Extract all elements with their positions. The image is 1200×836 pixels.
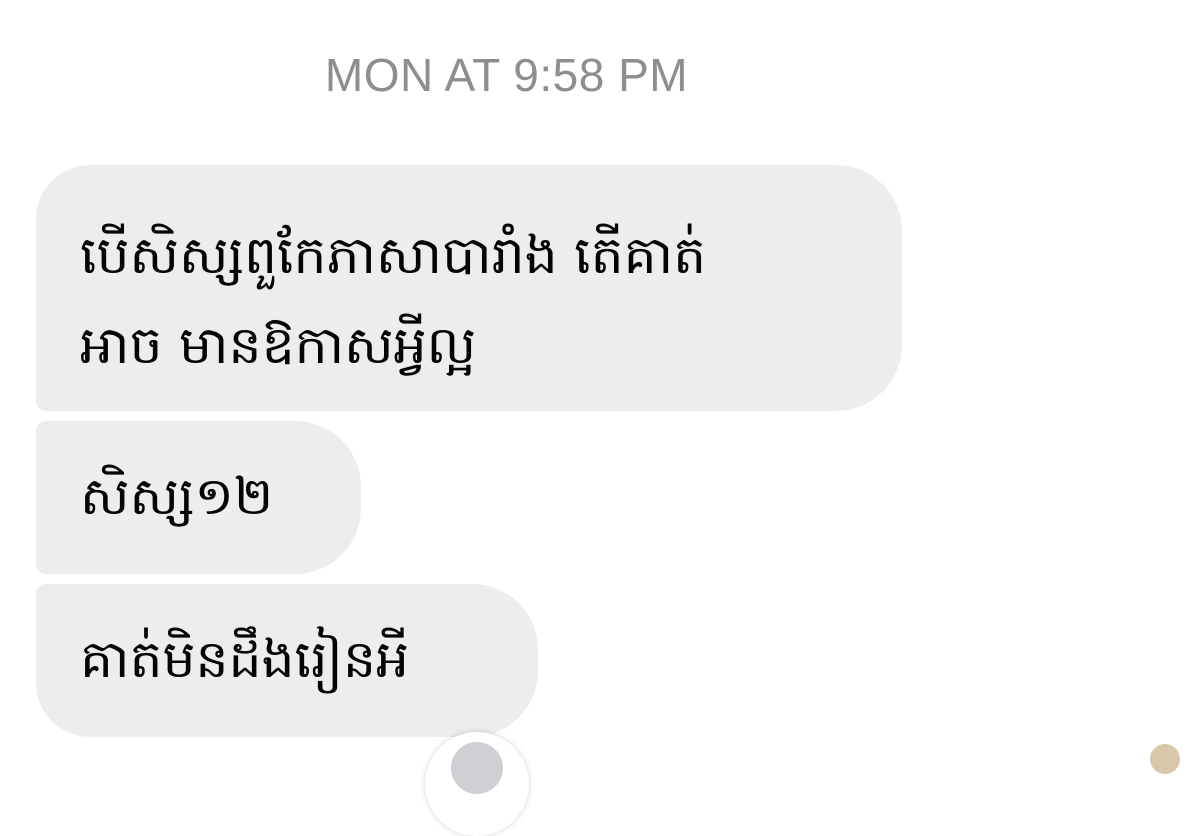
incoming-message-bubble[interactable]: គាត់មិនដឹងរៀនអី [36,584,538,737]
incoming-message-bubble[interactable]: សិស្ស១២ [36,421,361,574]
message-text: សិស្ស១២ [80,467,274,527]
message-timestamp: MON AT 9:58 PM [324,49,689,101]
message-text-line: បើសិស្សពួកែភាសាបារាំង តើគាត់ [80,226,707,286]
reaction-icon[interactable] [425,732,529,836]
avatar-icon [1150,744,1180,774]
message-text-line: អាច មានឱកាសអ្វីល្អ [80,316,477,376]
reaction-icon-face [451,742,503,794]
incoming-message-bubble[interactable]: បើសិស្សពួកែភាសាបារាំង តើគាត់ អាច មានឱកាស… [36,165,902,411]
message-text: គាត់មិនដឹងរៀនអី [80,630,410,690]
